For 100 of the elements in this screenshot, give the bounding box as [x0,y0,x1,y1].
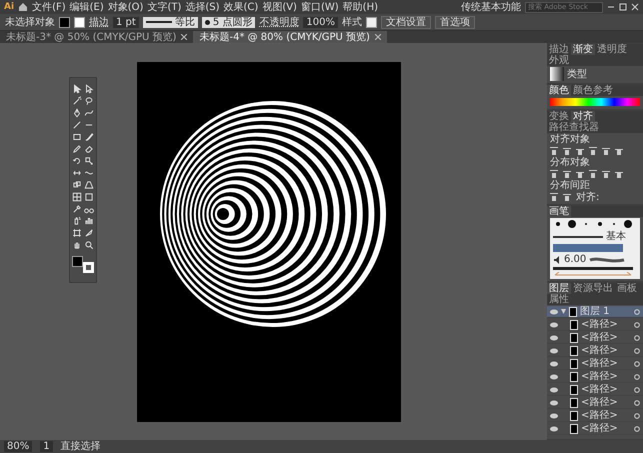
brush-icon[interactable] [84,132,94,142]
perspective-icon[interactable] [84,180,94,190]
brush-dot-icon[interactable] [553,219,563,229]
align-icon[interactable] [563,170,571,178]
menu-item[interactable]: 效果(C) [224,0,258,14]
curve-icon[interactable] [84,108,94,118]
target-icon[interactable] [634,400,640,406]
target-icon[interactable] [634,426,640,432]
align-icon[interactable] [602,147,610,155]
artboard-field[interactable]: 1 [40,441,53,452]
pencil-icon[interactable] [72,144,82,154]
path-name[interactable]: <路径> [581,410,631,421]
path-name[interactable]: <路径> [581,358,631,369]
menu-item[interactable]: 文字(T) [147,0,182,14]
target-icon[interactable] [634,412,640,418]
path-name[interactable]: <路径> [581,345,631,356]
brush-dot-icon[interactable] [595,219,605,229]
panel-tab[interactable]: 颜色参考 [571,85,615,96]
style-swatch[interactable] [366,16,377,28]
document-tab[interactable]: 未标题-4* @ 80% (CMYK/GPU 预览) [193,31,387,43]
workspace-switcher[interactable]: 传统基本功能 [461,0,521,14]
target-icon[interactable] [634,308,640,314]
chart-icon[interactable] [84,216,94,226]
rectangle-icon[interactable] [72,132,82,142]
caret-icon[interactable] [561,309,566,314]
close-icon[interactable] [631,3,639,11]
zoom-field[interactable]: 80% [4,441,32,452]
path-name[interactable]: <路径> [581,332,631,343]
menu-item[interactable]: 文件(F) [32,0,66,14]
target-icon[interactable] [634,348,640,354]
toolbar-button[interactable]: 文档设置 [380,16,431,28]
align-icon[interactable] [550,147,558,155]
target-icon[interactable] [634,374,640,380]
fill-swatch[interactable] [59,16,70,28]
target-icon[interactable] [634,322,640,328]
fill-swatch[interactable] [72,256,83,267]
panel-tab[interactable]: 变换 [547,111,571,122]
path-name[interactable]: <路径> [581,384,631,395]
menu-item[interactable]: 视图(V) [262,0,297,14]
path-name[interactable]: <路径> [581,319,631,330]
document-tab[interactable]: 未标题-3* @ 50% (CMYK/GPU 预览) [0,31,194,43]
scale-icon[interactable] [84,156,94,166]
menu-item[interactable]: 选择(S) [185,0,220,14]
eyedropper-icon[interactable] [72,204,82,214]
line-icon[interactable] [72,120,82,130]
gradient-swatch[interactable] [550,67,564,81]
align-icon[interactable] [602,170,610,178]
align-icon[interactable] [589,170,597,178]
brush-dot-icon[interactable] [623,219,633,229]
panel-tab[interactable]: 描边 [547,44,571,55]
align-icon[interactable] [576,170,584,178]
panel-tab[interactable]: 路径查找器 [547,122,601,133]
menu-item[interactable]: 编辑(E) [70,0,104,14]
stroke-label[interactable]: 描边 [89,16,109,28]
target-icon[interactable] [634,334,640,340]
opacity-field[interactable]: 100% [303,16,338,28]
brush-dropdown[interactable]: 5 点圆形 [202,16,256,28]
path-name[interactable]: <路径> [581,371,631,382]
brush-stroke-icon[interactable] [553,234,603,238]
toolbar-button[interactable]: 首选项 [434,16,475,28]
artboard-icon[interactable] [72,228,82,238]
path-name[interactable]: <路径> [581,397,631,408]
panel-tab[interactable]: 渐变 [571,44,595,55]
width-icon[interactable] [72,168,82,178]
align-icon[interactable] [589,147,597,155]
target-icon[interactable] [634,360,640,366]
panel-tab[interactable]: 属性 [547,294,571,305]
brush-dot-icon[interactable] [567,219,577,229]
stroke-swatch[interactable] [74,16,85,28]
shape-builder-icon[interactable] [72,180,82,190]
color-spectrum[interactable] [550,98,640,106]
home-icon[interactable] [18,2,28,12]
close-icon[interactable] [181,34,188,40]
align-icon[interactable] [615,147,623,155]
panel-tab[interactable]: 透明度 [595,44,629,55]
lasso-icon[interactable] [84,96,94,106]
panel-tab[interactable]: 对齐 [571,111,595,122]
panel-tab[interactable]: 资源导出 [571,283,615,294]
mesh-icon[interactable] [72,192,82,202]
align-icon[interactable] [550,193,558,201]
pen-icon[interactable] [72,108,82,118]
align-icon[interactable] [615,170,623,178]
panel-tab[interactable]: 外观 [547,55,571,66]
profile-dropdown[interactable]: 等比 [142,16,198,28]
eraser-icon[interactable] [84,144,94,154]
zoom-icon[interactable] [84,240,94,250]
brush-stroke-icon[interactable] [589,256,626,262]
align-icon[interactable] [563,147,571,155]
wand-icon[interactable] [72,96,82,106]
align-icon[interactable] [550,170,558,178]
menu-item[interactable]: 窗口(W) [300,0,339,14]
knife-icon[interactable] [84,228,94,238]
symbol-sprayer-icon[interactable] [72,216,82,226]
rotate-icon[interactable] [72,156,82,166]
stroke-weight-field[interactable]: 1 pt [113,16,139,28]
menu-item[interactable]: 帮助(H) [342,0,378,14]
hand-icon[interactable] [72,240,82,250]
panel-tab[interactable]: 颜色 [547,85,571,96]
align-icon[interactable] [576,147,584,155]
path-name[interactable]: <路径> [581,423,631,434]
